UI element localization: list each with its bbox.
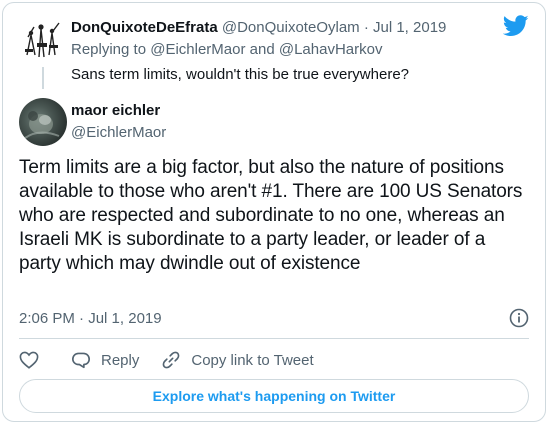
reply-to-mention-2[interactable]: @LahavHarkov (279, 41, 383, 58)
parent-separator: · (363, 19, 369, 36)
heart-icon (19, 351, 39, 369)
replying-prefix: Replying to (71, 41, 147, 58)
tweet-actions: Reply Copy link to Tweet (19, 349, 336, 371)
parent-tweet-text: Sans term limits, wouldn't this be true … (71, 66, 410, 83)
reply-label: Reply (101, 351, 140, 369)
parent-date[interactable]: Jul 1, 2019 (373, 19, 446, 36)
explore-twitter-button[interactable]: Explore what's happening on Twitter (19, 379, 529, 413)
divider (19, 338, 529, 339)
info-icon[interactable] (509, 308, 529, 328)
link-icon (162, 351, 180, 369)
parent-author-name[interactable]: DonQuixoteDeEfrata (71, 19, 218, 36)
reply-to-mention-1[interactable]: @EichlerMaor (150, 41, 245, 58)
parent-author-handle[interactable]: @DonQuixoteOylam (222, 19, 360, 36)
parent-tweet-header: DonQuixoteDeEfrata @DonQuixoteOylam · Ju… (71, 19, 446, 36)
main-tweet-text: Term limits are a big factor, but also t… (19, 157, 523, 274)
replying-and: and (249, 41, 275, 58)
copy-link-label: Copy link to Tweet (191, 351, 314, 369)
like-button[interactable] (19, 351, 49, 369)
main-author-avatar[interactable] (19, 98, 67, 146)
tweet-date: Jul 1, 2019 (88, 310, 162, 327)
tweet-timestamp[interactable]: 2:06 PM · Jul 1, 2019 (19, 310, 162, 327)
parent-avatar[interactable] (19, 15, 67, 63)
reply-button[interactable]: Reply (71, 351, 139, 369)
twitter-bird-icon[interactable] (503, 15, 529, 37)
thread-connector-line (42, 67, 44, 89)
tweet-meta-separator: · (79, 310, 85, 327)
copy-link-button[interactable]: Copy link to Tweet (161, 350, 314, 370)
tweet-time: 2:06 PM (19, 310, 75, 327)
replying-to-line: Replying to @EichlerMaor and @LahavHarko… (71, 41, 382, 58)
main-author-handle[interactable]: @EichlerMaor (71, 124, 166, 141)
main-author-name[interactable]: maor eichler (71, 102, 160, 119)
reply-icon (72, 352, 90, 369)
embedded-tweet-card: DonQuixoteDeEfrata @DonQuixoteOylam · Ju… (2, 2, 546, 422)
